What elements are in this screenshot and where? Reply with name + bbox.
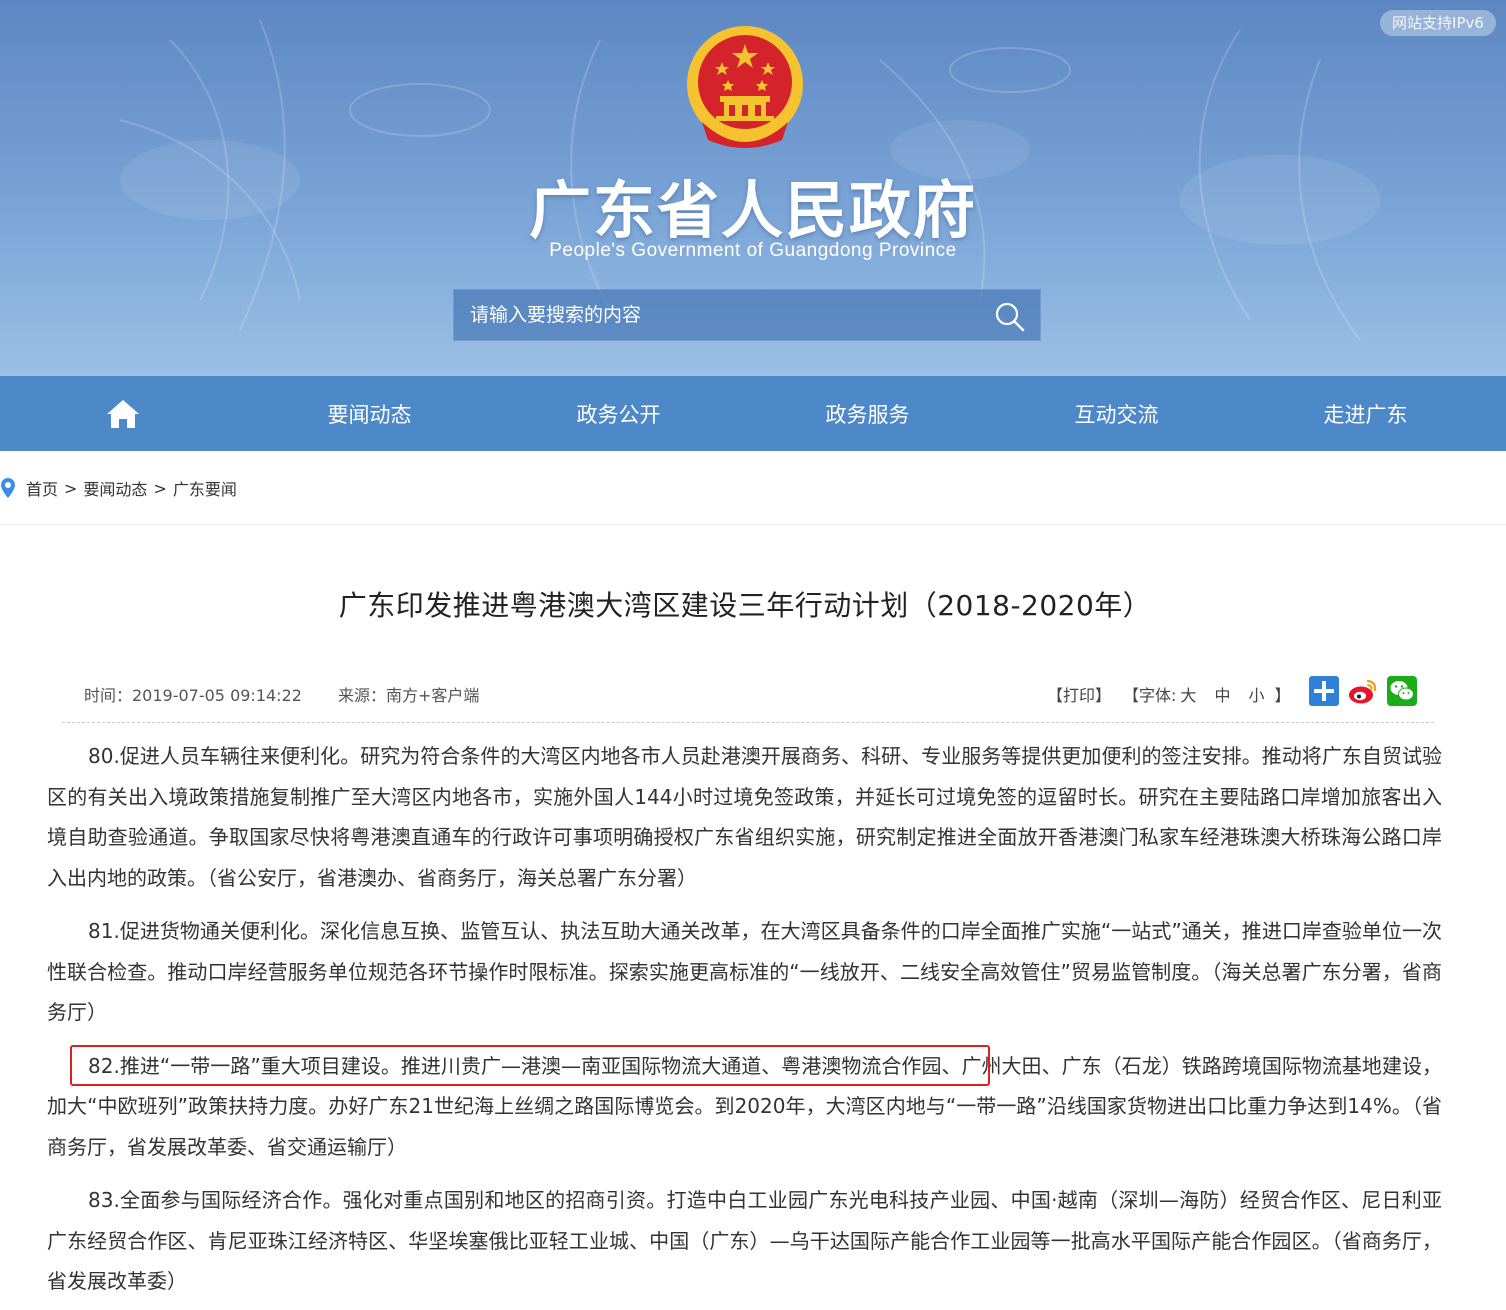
article-paragraph-highlighted: 82.推进“一带一路”重大项目建设。推进川贵广—港澳—南亚国际物流大通道、粤港澳… [47,1053,1442,1159]
breadcrumb-news[interactable]: 要闻动态 [83,476,147,500]
article-paragraph: 80.促进人员车辆往来便利化。研究为符合条件的大湾区内地各市人员赴港澳开展商务、… [47,744,1442,890]
share-plus-icon[interactable] [1309,676,1339,706]
nav-item-news[interactable]: 要闻动态 [245,376,494,451]
site-title: 广东省人民政府 [528,174,977,247]
font-size-label: 【字体: [1123,686,1177,705]
home-icon [106,399,139,428]
article-paragraph: 83.全面参与国际经济合作。强化对重点国别和地区的招商引资。打造中白工业园广东光… [47,1188,1442,1293]
font-size-medium[interactable]: 中 [1214,682,1230,706]
font-size-small[interactable]: 小 [1248,682,1264,706]
breadcrumb-separator: > [64,478,78,498]
search-icon[interactable] [994,301,1026,333]
nav-item-interaction[interactable]: 互动交流 [992,376,1241,451]
article-meta: 时间：2019-07-05 09:14:22 来源：南方+客户端 【打印】 【字… [62,672,1434,714]
print-link[interactable]: 【打印】 [1047,682,1111,706]
nav-item-gov-services[interactable]: 政务服务 [743,376,992,451]
wechat-icon[interactable] [1387,676,1417,706]
font-size-large[interactable]: 大 [1180,682,1196,706]
nav-item-gov-affairs[interactable]: 政务公开 [494,376,743,451]
font-size-end: 】 [1274,686,1291,705]
national-emblem-icon [687,26,803,148]
search-box [453,289,1041,341]
main-nav: 要闻动态 政务公开 政务服务 互动交流 走进广东 [0,376,1506,451]
breadcrumb-divider [0,524,1506,525]
site-header: 网站支持IPv6 广东省人民政府 People's Government of … [0,0,1506,376]
share-icons [1309,676,1417,706]
article-source: 来源：南方+客户端 [338,686,480,705]
search-input[interactable] [454,290,974,340]
nav-home[interactable] [0,376,245,451]
breadcrumb-separator: > [153,478,167,498]
weibo-icon[interactable] [1348,676,1378,706]
meta-divider [62,722,1434,723]
site-subtitle: People's Government of Guangdong Provinc… [549,240,957,261]
article-content: 80.促进人员车辆往来便利化。研究为符合条件的大湾区内地各市人员赴港澳开展商务、… [47,736,1442,1310]
breadcrumb-guangdong-news[interactable]: 广东要闻 [173,476,237,500]
publish-time: 时间：2019-07-05 09:14:22 [84,686,302,705]
location-pin-icon [1,478,15,498]
breadcrumb: 首页 > 要闻动态 > 广东要闻 [0,470,237,506]
ipv6-support-badge: 网站支持IPv6 [1380,10,1496,36]
article-paragraph: 81.促进货物通关便利化。深化信息互换、监管互认、执法互助大通关改革，在大湾区具… [47,919,1442,1024]
breadcrumb-home[interactable]: 首页 [26,476,58,500]
nav-item-about-guangdong[interactable]: 走进广东 [1241,376,1490,451]
article-title: 广东印发推进粤港澳大湾区建设三年行动计划（2018-2020年） [338,589,1152,622]
article-tools: 【打印】 【字体: 大 中 小 】 [1047,682,1290,706]
